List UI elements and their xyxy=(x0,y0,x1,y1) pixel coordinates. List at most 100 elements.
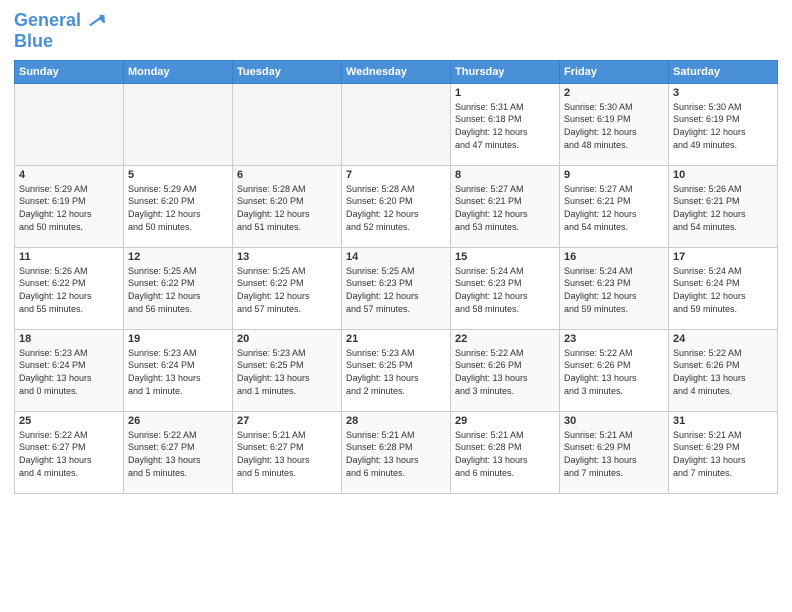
day-number: 13 xyxy=(237,251,337,263)
weekday-header-wednesday: Wednesday xyxy=(342,60,451,83)
day-number: 8 xyxy=(455,169,555,181)
header: General Blue xyxy=(14,10,778,52)
day-info: Sunrise: 5:21 AMSunset: 6:29 PMDaylight:… xyxy=(673,429,773,479)
day-number: 4 xyxy=(19,169,119,181)
day-number: 10 xyxy=(673,169,773,181)
day-number: 7 xyxy=(346,169,446,181)
weekday-header-thursday: Thursday xyxy=(451,60,560,83)
day-info: Sunrise: 5:25 AMSunset: 6:22 PMDaylight:… xyxy=(237,265,337,315)
weekday-header-tuesday: Tuesday xyxy=(233,60,342,83)
calendar-cell xyxy=(15,83,124,165)
calendar-cell: 6Sunrise: 5:28 AMSunset: 6:20 PMDaylight… xyxy=(233,165,342,247)
day-info: Sunrise: 5:31 AMSunset: 6:18 PMDaylight:… xyxy=(455,101,555,151)
day-info: Sunrise: 5:21 AMSunset: 6:27 PMDaylight:… xyxy=(237,429,337,479)
calendar-week-row: 11Sunrise: 5:26 AMSunset: 6:22 PMDayligh… xyxy=(15,247,778,329)
day-number: 1 xyxy=(455,87,555,99)
day-info: Sunrise: 5:27 AMSunset: 6:21 PMDaylight:… xyxy=(455,183,555,233)
calendar-cell: 1 Sunrise: 5:31 AMSunset: 6:18 PMDaylight… xyxy=(451,83,560,165)
calendar-cell: 31 Sunrise: 5:21 AMSunset: 6:29 PMDayligh… xyxy=(669,411,778,493)
day-number: 23 xyxy=(564,333,664,345)
calendar-cell xyxy=(124,83,233,165)
day-number: 28 xyxy=(346,415,446,427)
calendar-cell: 5 Sunrise: 5:29 AMSunset: 6:20 PMDaylight… xyxy=(124,165,233,247)
calendar-table: SundayMondayTuesdayWednesdayThursdayFrid… xyxy=(14,60,778,494)
day-number: 24 xyxy=(673,333,773,345)
day-info: Sunrise: 5:25 AMSunset: 6:23 PMDaylight:… xyxy=(346,265,446,315)
day-info: Sunrise: 5:24 AMSunset: 6:23 PMDaylight:… xyxy=(564,265,664,315)
logo-text: General xyxy=(14,11,81,31)
day-number: 12 xyxy=(128,251,228,263)
calendar-week-row: 4 Sunrise: 5:29 AMSunset: 6:19 PMDaylight… xyxy=(15,165,778,247)
calendar-cell: 18 Sunrise: 5:23 AMSunset: 6:24 PMDayligh… xyxy=(15,329,124,411)
day-info: Sunrise: 5:22 AMSunset: 6:26 PMDaylight:… xyxy=(673,347,773,397)
day-info: Sunrise: 5:29 AMSunset: 6:20 PMDaylight:… xyxy=(128,183,228,233)
weekday-header-friday: Friday xyxy=(560,60,669,83)
calendar-cell: 29Sunrise: 5:21 AMSunset: 6:28 PMDayligh… xyxy=(451,411,560,493)
calendar-cell: 28Sunrise: 5:21 AMSunset: 6:28 PMDayligh… xyxy=(342,411,451,493)
calendar-cell: 30 Sunrise: 5:21 AMSunset: 6:29 PMDayligh… xyxy=(560,411,669,493)
calendar-cell: 7 Sunrise: 5:28 AMSunset: 6:20 PMDaylight… xyxy=(342,165,451,247)
calendar-week-row: 25 Sunrise: 5:22 AMSunset: 6:27 PMDayligh… xyxy=(15,411,778,493)
day-number: 27 xyxy=(237,415,337,427)
day-info: Sunrise: 5:28 AMSunset: 6:20 PMDaylight:… xyxy=(346,183,446,233)
calendar-cell: 2 Sunrise: 5:30 AMSunset: 6:19 PMDaylight… xyxy=(560,83,669,165)
day-info: Sunrise: 5:30 AMSunset: 6:19 PMDaylight:… xyxy=(564,101,664,151)
calendar-cell: 20 Sunrise: 5:23 AMSunset: 6:25 PMDayligh… xyxy=(233,329,342,411)
day-number: 17 xyxy=(673,251,773,263)
weekday-header-sunday: Sunday xyxy=(15,60,124,83)
calendar-cell xyxy=(342,83,451,165)
day-info: Sunrise: 5:22 AMSunset: 6:27 PMDaylight:… xyxy=(128,429,228,479)
day-info: Sunrise: 5:24 AMSunset: 6:23 PMDaylight:… xyxy=(455,265,555,315)
weekday-header-saturday: Saturday xyxy=(669,60,778,83)
day-number: 20 xyxy=(237,333,337,345)
day-info: Sunrise: 5:23 AMSunset: 6:24 PMDaylight:… xyxy=(128,347,228,397)
day-info: Sunrise: 5:22 AMSunset: 6:26 PMDaylight:… xyxy=(564,347,664,397)
day-info: Sunrise: 5:23 AMSunset: 6:25 PMDaylight:… xyxy=(346,347,446,397)
day-number: 25 xyxy=(19,415,119,427)
day-info: Sunrise: 5:29 AMSunset: 6:19 PMDaylight:… xyxy=(19,183,119,233)
day-number: 5 xyxy=(128,169,228,181)
logo: General Blue xyxy=(14,10,106,52)
day-info: Sunrise: 5:22 AMSunset: 6:26 PMDaylight:… xyxy=(455,347,555,397)
day-info: Sunrise: 5:23 AMSunset: 6:24 PMDaylight:… xyxy=(19,347,119,397)
day-info: Sunrise: 5:27 AMSunset: 6:21 PMDaylight:… xyxy=(564,183,664,233)
calendar-cell: 15 Sunrise: 5:24 AMSunset: 6:23 PMDayligh… xyxy=(451,247,560,329)
logo-icon xyxy=(84,10,106,32)
day-number: 22 xyxy=(455,333,555,345)
calendar-cell xyxy=(233,83,342,165)
calendar-cell: 19 Sunrise: 5:23 AMSunset: 6:24 PMDayligh… xyxy=(124,329,233,411)
day-number: 19 xyxy=(128,333,228,345)
calendar-cell: 16 Sunrise: 5:24 AMSunset: 6:23 PMDayligh… xyxy=(560,247,669,329)
weekday-header-row: SundayMondayTuesdayWednesdayThursdayFrid… xyxy=(15,60,778,83)
day-info: Sunrise: 5:23 AMSunset: 6:25 PMDaylight:… xyxy=(237,347,337,397)
day-info: Sunrise: 5:22 AMSunset: 6:27 PMDaylight:… xyxy=(19,429,119,479)
day-number: 9 xyxy=(564,169,664,181)
calendar-cell: 4 Sunrise: 5:29 AMSunset: 6:19 PMDaylight… xyxy=(15,165,124,247)
calendar-cell: 27 Sunrise: 5:21 AMSunset: 6:27 PMDayligh… xyxy=(233,411,342,493)
logo-general: General xyxy=(14,10,81,30)
calendar-cell: 21Sunrise: 5:23 AMSunset: 6:25 PMDayligh… xyxy=(342,329,451,411)
day-number: 18 xyxy=(19,333,119,345)
calendar-cell: 12 Sunrise: 5:25 AMSunset: 6:22 PMDayligh… xyxy=(124,247,233,329)
day-number: 3 xyxy=(673,87,773,99)
day-number: 31 xyxy=(673,415,773,427)
logo-blue: Blue xyxy=(14,32,53,52)
day-number: 14 xyxy=(346,251,446,263)
day-info: Sunrise: 5:30 AMSunset: 6:19 PMDaylight:… xyxy=(673,101,773,151)
day-info: Sunrise: 5:25 AMSunset: 6:22 PMDaylight:… xyxy=(128,265,228,315)
calendar-cell: 24 Sunrise: 5:22 AMSunset: 6:26 PMDayligh… xyxy=(669,329,778,411)
day-number: 29 xyxy=(455,415,555,427)
calendar-cell: 23 Sunrise: 5:22 AMSunset: 6:26 PMDayligh… xyxy=(560,329,669,411)
day-info: Sunrise: 5:21 AMSunset: 6:29 PMDaylight:… xyxy=(564,429,664,479)
day-number: 16 xyxy=(564,251,664,263)
calendar-cell: 11Sunrise: 5:26 AMSunset: 6:22 PMDayligh… xyxy=(15,247,124,329)
weekday-header-monday: Monday xyxy=(124,60,233,83)
day-number: 2 xyxy=(564,87,664,99)
calendar-cell: 9 Sunrise: 5:27 AMSunset: 6:21 PMDaylight… xyxy=(560,165,669,247)
calendar-cell: 25 Sunrise: 5:22 AMSunset: 6:27 PMDayligh… xyxy=(15,411,124,493)
day-number: 15 xyxy=(455,251,555,263)
page-container: General Blue SundayMondayTuesdayWednesda… xyxy=(0,0,792,504)
day-number: 30 xyxy=(564,415,664,427)
calendar-cell: 14 Sunrise: 5:25 AMSunset: 6:23 PMDayligh… xyxy=(342,247,451,329)
calendar-week-row: 18 Sunrise: 5:23 AMSunset: 6:24 PMDayligh… xyxy=(15,329,778,411)
